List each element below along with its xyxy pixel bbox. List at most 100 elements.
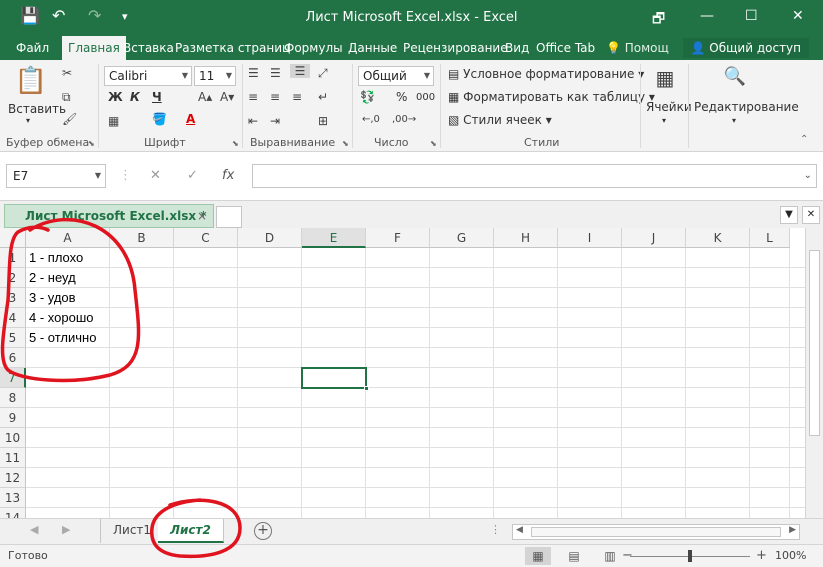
sheet-tab-list2[interactable]: Лист2 — [158, 519, 224, 543]
row-header-12[interactable]: 12 — [0, 468, 26, 488]
clipboard-launcher-icon[interactable]: ⬊ — [88, 139, 95, 148]
align-left-icon[interactable]: ≡ — [248, 90, 258, 104]
row-header-10[interactable]: 10 — [0, 428, 26, 448]
vertical-scroll-thumb[interactable] — [809, 250, 820, 436]
number-launcher-icon[interactable]: ⬊ — [430, 139, 437, 148]
row-header-14[interactable]: 14 — [0, 508, 26, 518]
number-format-select[interactable]: Общий ▼ — [358, 66, 434, 86]
new-document-tab-button[interactable] — [216, 206, 242, 228]
tab-formulas[interactable]: Формулы — [278, 36, 349, 60]
cell-a5[interactable]: 5 - отлично — [29, 328, 96, 348]
column-header-h[interactable]: H — [494, 228, 558, 248]
cell-a2[interactable]: 2 - неуд — [29, 268, 76, 288]
decrease-decimal-icon[interactable]: ,00→ — [392, 114, 416, 125]
row-header-7[interactable]: 7 — [0, 368, 26, 388]
format-painter-icon[interactable]: 🖌 — [62, 112, 77, 126]
tab-office-tab[interactable]: Office Tab — [530, 36, 601, 60]
thousands-button[interactable]: 000 — [416, 92, 435, 103]
row-header-9[interactable]: 9 — [0, 408, 26, 428]
next-sheet-icon[interactable]: ▶ — [62, 523, 70, 536]
name-box[interactable]: E7 ▼ — [6, 164, 106, 188]
sheet-tab-list1[interactable]: Лист1 — [100, 519, 165, 543]
normal-view-icon[interactable]: ▦ — [525, 547, 551, 565]
italic-button[interactable]: К — [130, 90, 140, 104]
vertical-scrollbar[interactable] — [805, 228, 823, 518]
minimize-icon[interactable]: — — [700, 8, 714, 24]
sheet-scroll-grip-icon[interactable]: ⋮ — [490, 523, 501, 536]
currency-icon[interactable]: 💱 — [360, 90, 375, 104]
column-header-k[interactable]: K — [686, 228, 750, 248]
align-top-icon[interactable]: ☰ — [248, 66, 259, 80]
decrease-indent-icon[interactable]: ⇤ — [248, 114, 258, 128]
prev-sheet-icon[interactable]: ◀ — [30, 523, 38, 536]
cell-styles-button[interactable]: ▧ Стили ячеек ▾ — [448, 113, 552, 127]
paste-dropdown-icon[interactable]: ▾ — [26, 116, 30, 125]
row-header-5[interactable]: 5 — [0, 328, 26, 348]
cells-button[interactable]: Ячейки — [646, 100, 692, 114]
column-header-d[interactable]: D — [238, 228, 302, 248]
column-header-g[interactable]: G — [430, 228, 494, 248]
format-as-table-button[interactable]: ▦ Форматировать как таблицу ▾ — [448, 90, 655, 104]
insert-function-button[interactable]: fx — [222, 168, 234, 183]
align-middle-icon[interactable]: ☰ — [270, 66, 281, 80]
close-icon[interactable]: ✕ — [792, 8, 804, 24]
cell-a1[interactable]: 1 - плохо — [29, 248, 83, 268]
percent-button[interactable]: % — [396, 90, 407, 104]
align-right-icon[interactable]: ≡ — [292, 90, 302, 104]
fill-color-icon[interactable]: 🪣 — [152, 112, 167, 126]
fill-handle[interactable] — [364, 386, 369, 391]
column-header-l[interactable]: L — [750, 228, 790, 248]
underline-button[interactable]: Ч — [152, 90, 162, 104]
paste-button[interactable]: Вставить — [8, 102, 66, 116]
formula-input[interactable]: ⌄ — [252, 164, 817, 188]
conditional-formatting-button[interactable]: ▤ Условное форматирование ▾ — [448, 67, 644, 81]
search-icon[interactable]: 🔍 — [722, 66, 748, 94]
column-header-j[interactable]: J — [622, 228, 686, 248]
maximize-icon[interactable]: ☐ — [745, 8, 758, 24]
row-header-3[interactable]: 3 — [0, 288, 26, 308]
copy-icon[interactable]: ⧉ — [62, 90, 71, 105]
align-center-icon[interactable]: ≡ — [270, 90, 280, 104]
close-document-tab-icon[interactable]: × — [197, 205, 207, 227]
select-all-corner[interactable] — [0, 228, 26, 248]
add-sheet-button[interactable]: + — [254, 522, 272, 540]
horizontal-scroll-thumb[interactable] — [531, 527, 781, 537]
tab-review[interactable]: Рецензирование — [397, 36, 514, 60]
tab-help[interactable]: 💡 Помощ — [600, 36, 675, 60]
tab-file[interactable]: Файл — [10, 36, 55, 60]
horizontal-scrollbar[interactable]: ◀ ▶ — [512, 524, 800, 540]
font-size-select[interactable]: 11 ▼ — [194, 66, 236, 86]
column-header-c[interactable]: C — [174, 228, 238, 248]
column-header-e[interactable]: E — [302, 228, 366, 248]
editing-button[interactable]: Редактирование — [694, 100, 799, 114]
row-header-11[interactable]: 11 — [0, 448, 26, 468]
column-header-i[interactable]: I — [558, 228, 622, 248]
column-header-b[interactable]: B — [110, 228, 174, 248]
page-break-view-icon[interactable]: ▥ — [597, 547, 623, 565]
font-color-icon[interactable]: A — [186, 112, 195, 126]
cell-a3[interactable]: 3 - удов — [29, 288, 76, 308]
bold-button[interactable]: Ж — [108, 90, 123, 104]
tab-list-dropdown-icon[interactable]: ▼ — [780, 206, 798, 224]
zoom-slider-knob[interactable] — [688, 550, 692, 562]
decrease-font-icon[interactable]: A▾ — [220, 90, 234, 104]
increase-font-icon[interactable]: A▴ — [198, 90, 212, 104]
row-header-8[interactable]: 8 — [0, 388, 26, 408]
alignment-launcher-icon[interactable]: ⬊ — [342, 139, 349, 148]
paste-icon[interactable]: 📋 — [14, 66, 48, 100]
active-cell-e7[interactable] — [301, 367, 369, 391]
cut-icon[interactable]: ✂ — [62, 66, 72, 80]
expand-formula-bar-icon[interactable]: ⌄ — [804, 170, 812, 181]
confirm-entry-button[interactable]: ✓ — [187, 168, 198, 183]
column-header-f[interactable]: F — [366, 228, 430, 248]
collapse-ribbon-icon[interactable]: ⌃ — [800, 134, 808, 145]
worksheet-grid[interactable]: ABCDEFGHIJKL 1 2 3 4 5 6 7 8 9 10 11 12 13 14 1 - пло… — [0, 228, 805, 518]
cells-dropdown-icon[interactable]: ▾ — [662, 116, 666, 125]
orientation-icon[interactable]: ⤢ — [318, 66, 328, 81]
cell-a4[interactable]: 4 - хорошо — [29, 308, 94, 328]
row-header-13[interactable]: 13 — [0, 488, 26, 508]
tab-data[interactable]: Данные — [342, 36, 403, 60]
row-header-4[interactable]: 4 — [0, 308, 26, 328]
page-layout-view-icon[interactable]: ▤ — [561, 547, 587, 565]
close-tab-strip-icon[interactable]: ✕ — [802, 206, 820, 224]
